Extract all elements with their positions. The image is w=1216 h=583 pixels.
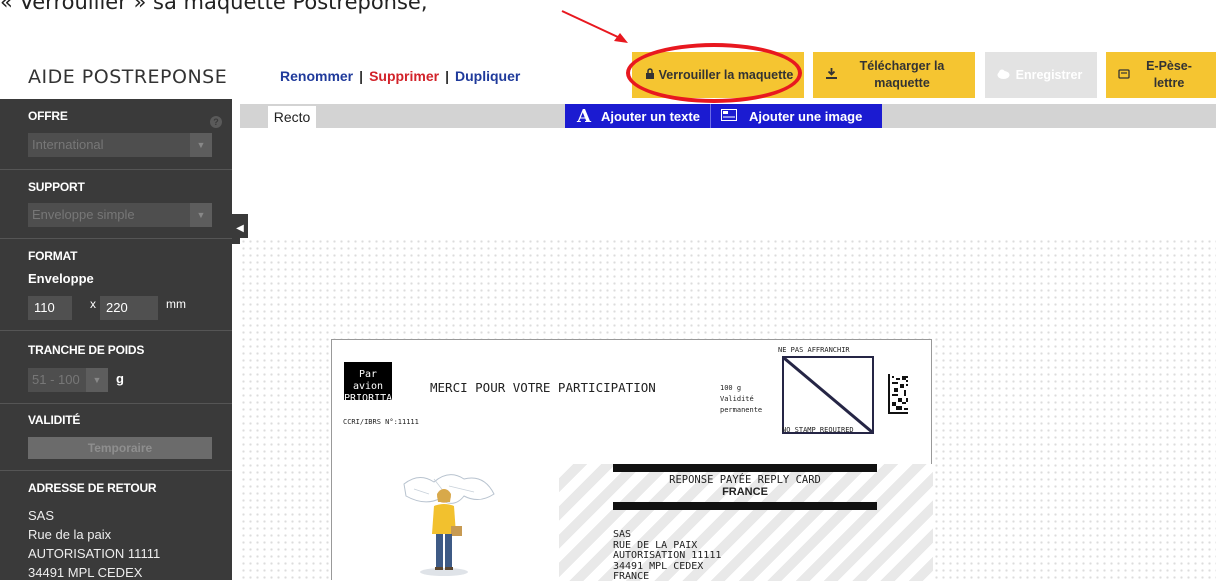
e-pese-lettre-label: E-Pèse-lettre: [1146, 59, 1192, 90]
validity-text: Validité: [720, 395, 754, 403]
divider: [0, 403, 232, 404]
return-address-line: Rue de la paix: [28, 527, 112, 542]
poids-value: 51 - 100: [32, 372, 80, 387]
poids-select[interactable]: 51 - 100 ▼: [28, 368, 108, 392]
prioritaire-text: PRIORITAIRE: [344, 393, 411, 404]
return-address-line: AUTORISATION 11111: [28, 546, 161, 561]
format-width-input[interactable]: 220: [100, 296, 158, 320]
traveler-illustration: [403, 474, 495, 576]
download-icon: [823, 68, 839, 82]
lock-icon: [642, 68, 658, 82]
offre-title: OFFRE: [28, 109, 68, 123]
lock-mockup-button[interactable]: Verrouiller la maquette: [632, 52, 804, 98]
cloud-upload-icon: [995, 68, 1011, 82]
add-image-label: Ajouter une image: [748, 108, 863, 124]
format-title: FORMAT: [28, 249, 78, 263]
app-title: AIDE POSTREPONSE: [28, 66, 228, 88]
lock-mockup-label: Verrouiller la maquette: [658, 67, 794, 82]
menu-separator: |: [445, 68, 449, 84]
return-address-line: SAS: [28, 508, 55, 523]
validite-button[interactable]: Temporaire: [28, 437, 212, 459]
offre-select[interactable]: International ▼: [28, 133, 212, 157]
adresse-title: ADRESSE DE RETOUR: [28, 481, 157, 495]
divider: [0, 169, 232, 170]
download-mockup-button[interactable]: Télécharger la maquette: [813, 52, 975, 98]
no-stamp-text: NO STAMP REQUIRED: [782, 426, 854, 434]
permanent-text: permanente: [720, 406, 763, 414]
return-address-line: 34491 MPL CEDEX: [28, 565, 143, 580]
merci-text: MERCI POUR VOTRE PARTICIPATION: [430, 380, 656, 395]
address-line: SAS: [613, 529, 632, 540]
ccri-text: CCRI/IBRS N°:11111: [343, 418, 419, 426]
divider: [0, 330, 232, 331]
help-icon[interactable]: ?: [210, 116, 222, 128]
support-title: SUPPORT: [28, 180, 85, 194]
address-line: FRANCE: [613, 571, 650, 582]
text-icon: A: [577, 105, 591, 127]
chevron-down-icon: ▼: [190, 203, 212, 227]
document-menu: Renommer | Supprimer | Dupliquer: [280, 68, 520, 84]
format-subtitle: Enveloppe: [28, 271, 94, 286]
offre-value: International: [32, 137, 104, 152]
return-address: SAS Rue de la paix AUTORISATION 11111 34…: [28, 506, 160, 582]
format-unit: mm: [166, 297, 186, 311]
divider: [0, 470, 232, 471]
ne-pas-affranchir-text: NE PAS AFFRANCHIR: [778, 346, 850, 354]
reply-card-mockup[interactable]: Par avion PRIORITAIRE MERCI POUR VOTRE P…: [331, 339, 933, 583]
france-bold-text: FRANCE: [722, 486, 768, 498]
validite-title: VALIDITÉ: [28, 413, 81, 427]
settings-sidebar: OFFRE ? International ▼ SUPPORT Envelopp…: [0, 99, 232, 580]
add-text-button[interactable]: A Ajouter un texte: [565, 104, 711, 128]
par-avion-text: Par avion: [352, 369, 384, 392]
editor-tabbar: Recto A Ajouter un texte Ajouter une ima…: [240, 104, 1216, 128]
add-image-button[interactable]: Ajouter une image: [711, 104, 872, 128]
delete-link[interactable]: Supprimer: [369, 68, 439, 84]
divider: [0, 238, 232, 239]
poids-unit: g: [116, 371, 124, 386]
image-icon: [720, 108, 737, 124]
validity-block: 100 g Validité permanente: [720, 383, 762, 416]
add-toolbar: A Ajouter un texte Ajouter une image: [565, 104, 882, 128]
stamp-box: [782, 356, 874, 434]
support-select[interactable]: Enveloppe simple ▼: [28, 203, 212, 227]
tutorial-caption: « Verrouiller » sa maquette Postréponse,: [0, 0, 428, 14]
reponse-payee-text: REPONSE PAYÉE REPLY CARD: [669, 474, 821, 486]
save-button[interactable]: Enregistrer: [985, 52, 1097, 98]
tab-recto[interactable]: Recto: [268, 106, 316, 128]
format-height-input[interactable]: 110: [28, 296, 72, 320]
download-mockup-label: Télécharger la maquette: [859, 59, 945, 90]
datamatrix-code: [888, 374, 908, 414]
address-line: AUTORISATION 11111: [613, 550, 722, 561]
menu-separator: |: [359, 68, 364, 84]
support-value: Enveloppe simple: [32, 207, 135, 222]
scale-icon: [1116, 68, 1132, 83]
duplicate-link[interactable]: Dupliquer: [455, 68, 520, 84]
priority-label: Par avion PRIORITAIRE: [344, 362, 410, 404]
reply-top-bar: [613, 464, 877, 472]
chevron-down-icon: ▼: [86, 368, 108, 392]
format-times: x: [90, 297, 96, 311]
reply-header: REPONSE PAYÉE REPLY CARD FRANCE: [613, 474, 877, 498]
recipient-address: SAS RUE DE LA PAIX AUTORISATION 11111 34…: [613, 529, 722, 583]
e-pese-lettre-button[interactable]: E-Pèse-lettre: [1106, 52, 1216, 98]
save-label: Enregistrer: [1015, 67, 1083, 82]
reply-bottom-bar: [613, 502, 877, 510]
poids-title: TRANCHE DE POIDS: [28, 343, 145, 357]
weight-text: 100 g: [720, 384, 742, 392]
rename-link[interactable]: Renommer: [280, 68, 353, 84]
annotation-arrow: [561, 10, 628, 43]
chevron-down-icon: ▼: [190, 133, 212, 157]
add-text-label: Ajouter un texte: [600, 108, 700, 124]
